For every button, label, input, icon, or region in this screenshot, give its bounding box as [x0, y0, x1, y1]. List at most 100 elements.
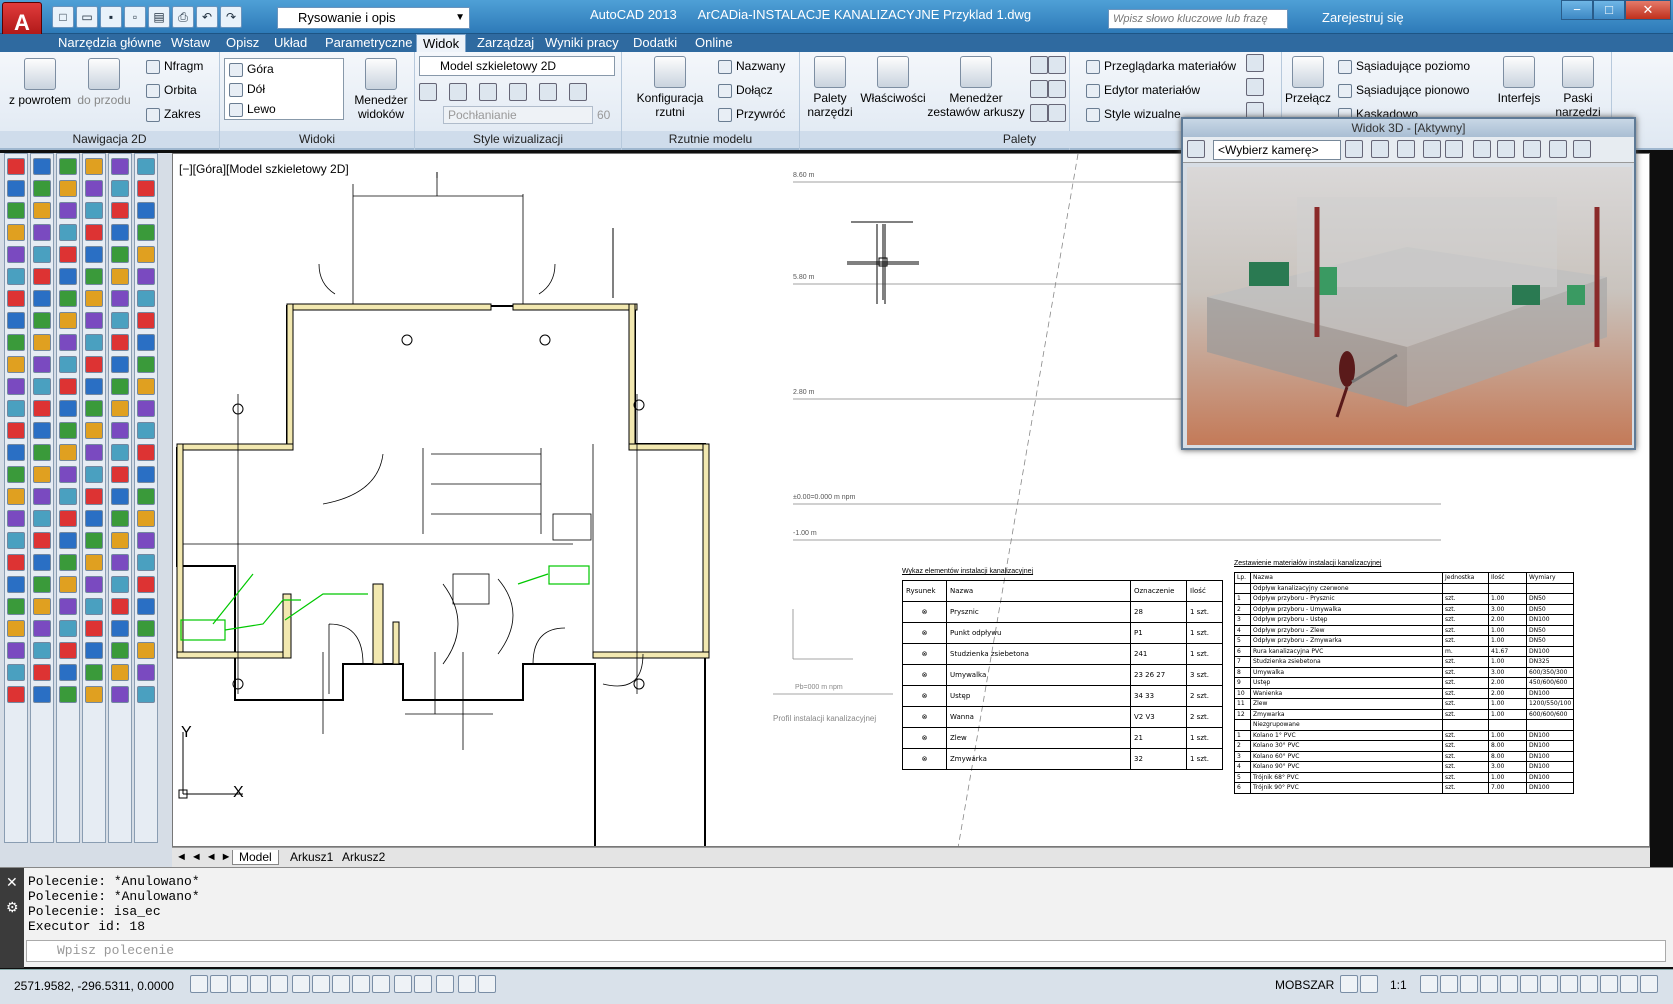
- tool-icon[interactable]: [7, 642, 25, 659]
- tool-icon[interactable]: [85, 180, 103, 197]
- tool-icon[interactable]: [85, 686, 103, 703]
- camera-dropdown-icon[interactable]: [1345, 140, 1363, 158]
- tool-icon[interactable]: [85, 510, 103, 527]
- wrench-icon[interactable]: ⚙: [6, 899, 24, 916]
- status-tool-icon[interactable]: [1340, 975, 1358, 993]
- tool-icon[interactable]: [85, 554, 103, 571]
- tool-icon[interactable]: [33, 224, 51, 241]
- tool-icon[interactable]: [137, 554, 155, 571]
- tool-icon[interactable]: [85, 268, 103, 285]
- tool-icon[interactable]: [7, 620, 25, 637]
- absorb-slider[interactable]: Pochłanianie: [443, 106, 593, 124]
- tool-icon[interactable]: [85, 488, 103, 505]
- view-cube-icon[interactable]: [1371, 140, 1389, 158]
- tab-output[interactable]: Wyniki pracy: [545, 34, 619, 52]
- tool-icon[interactable]: [59, 268, 77, 285]
- toolbars-button[interactable]: Paski narzędzi: [1546, 56, 1610, 119]
- tool-icon[interactable]: [59, 532, 77, 549]
- search-input[interactable]: Wpisz słowo kluczowe lub frazę: [1108, 9, 1288, 29]
- tool-icon[interactable]: [111, 488, 129, 505]
- tool-icon[interactable]: [137, 334, 155, 351]
- tool-icon[interactable]: [59, 312, 77, 329]
- tool-icon[interactable]: [137, 202, 155, 219]
- tab-insert[interactable]: Wstaw: [171, 34, 210, 52]
- palette-b-icon[interactable]: [1048, 56, 1066, 74]
- tab-layout2[interactable]: Arkusz2: [342, 850, 385, 864]
- pan-button[interactable]: Nfragm: [146, 58, 203, 74]
- status-toggle-icon[interactable]: [312, 975, 330, 993]
- tool-icon[interactable]: [137, 466, 155, 483]
- tool-icon[interactable]: [137, 180, 155, 197]
- tool-icon[interactable]: [7, 488, 25, 505]
- status-toggle-icon[interactable]: [250, 975, 268, 993]
- tool-icon[interactable]: [33, 488, 51, 505]
- tool-icon[interactable]: [33, 180, 51, 197]
- tile-vertical-button[interactable]: Sąsiadujące pionowo: [1338, 82, 1469, 98]
- publish-icon[interactable]: ▤: [148, 6, 170, 28]
- tool-icon[interactable]: [59, 400, 77, 417]
- tool-icon[interactable]: [137, 246, 155, 263]
- pen-icon[interactable]: [1497, 140, 1515, 158]
- extents-button[interactable]: Zakres: [146, 106, 201, 122]
- material-icon[interactable]: [479, 83, 497, 101]
- light-bulb-icon[interactable]: [1473, 140, 1491, 158]
- tool-icon[interactable]: [33, 422, 51, 439]
- status-toggle-icon[interactable]: [478, 975, 496, 993]
- tool-icon[interactable]: [59, 378, 77, 395]
- tool-icon[interactable]: [137, 312, 155, 329]
- status-toggle-icon[interactable]: [352, 975, 370, 993]
- tool-icon[interactable]: [111, 224, 129, 241]
- tool-icon[interactable]: [59, 422, 77, 439]
- tool-icon[interactable]: [7, 444, 25, 461]
- tool-icon[interactable]: [111, 202, 129, 219]
- tool-icon[interactable]: [7, 268, 25, 285]
- tool-icon[interactable]: [33, 158, 51, 175]
- tool-icon[interactable]: [111, 598, 129, 615]
- tool-icon[interactable]: [137, 488, 155, 505]
- tool-icon[interactable]: [33, 202, 51, 219]
- status-toggle-icon[interactable]: [190, 975, 208, 993]
- tool-icon[interactable]: [33, 378, 51, 395]
- tab-layout1[interactable]: Arkusz1: [290, 850, 333, 864]
- status-tool-icon[interactable]: [1560, 975, 1578, 993]
- status-toggle-icon[interactable]: [436, 975, 454, 993]
- tool-icon[interactable]: [85, 576, 103, 593]
- tool-icon[interactable]: [111, 664, 129, 681]
- visual-style-select[interactable]: Model szkieletowy 2D: [419, 56, 615, 76]
- tool-icon[interactable]: [137, 664, 155, 681]
- tool-icon[interactable]: [7, 510, 25, 527]
- sphere-icon[interactable]: [569, 83, 587, 101]
- tool-icon[interactable]: [85, 664, 103, 681]
- tool-icon[interactable]: [111, 356, 129, 373]
- tool-icon[interactable]: [137, 422, 155, 439]
- view-box-icon[interactable]: [1397, 140, 1415, 158]
- tool-icon[interactable]: [33, 642, 51, 659]
- tool-icon[interactable]: [85, 202, 103, 219]
- tool-icon[interactable]: [111, 334, 129, 351]
- tool-icon[interactable]: [137, 400, 155, 417]
- face-icon[interactable]: [449, 83, 467, 101]
- tool-icon[interactable]: [7, 664, 25, 681]
- tool-icon[interactable]: [59, 576, 77, 593]
- close-command-icon[interactable]: ✕: [6, 874, 24, 891]
- back-button[interactable]: z powrotem: [8, 58, 72, 107]
- tool-icon[interactable]: [33, 334, 51, 351]
- save-icon[interactable]: ▪: [100, 6, 122, 28]
- tool-icon[interactable]: [7, 554, 25, 571]
- camera-add-icon[interactable]: [1187, 140, 1205, 158]
- tab-manage[interactable]: Zarządzaj: [477, 34, 534, 52]
- tab-layout[interactable]: Układ: [274, 34, 307, 52]
- status-tool-icon[interactable]: [1420, 975, 1438, 993]
- switch-windows-button[interactable]: Przełącz: [1284, 56, 1332, 105]
- tool-icon[interactable]: [33, 268, 51, 285]
- tool-icon[interactable]: [33, 620, 51, 637]
- tool-icon[interactable]: [59, 334, 77, 351]
- tool-icon[interactable]: [7, 422, 25, 439]
- print-icon[interactable]: ⎙: [172, 6, 194, 28]
- model-space-toggle[interactable]: MOBSZAR: [1275, 978, 1334, 992]
- tool-icon[interactable]: [137, 642, 155, 659]
- tab-model[interactable]: Model: [232, 850, 279, 865]
- join-button[interactable]: Dołącz: [718, 82, 773, 98]
- workspace-select[interactable]: Rysowanie i opis ▼: [277, 7, 470, 29]
- tool-icon[interactable]: [7, 224, 25, 241]
